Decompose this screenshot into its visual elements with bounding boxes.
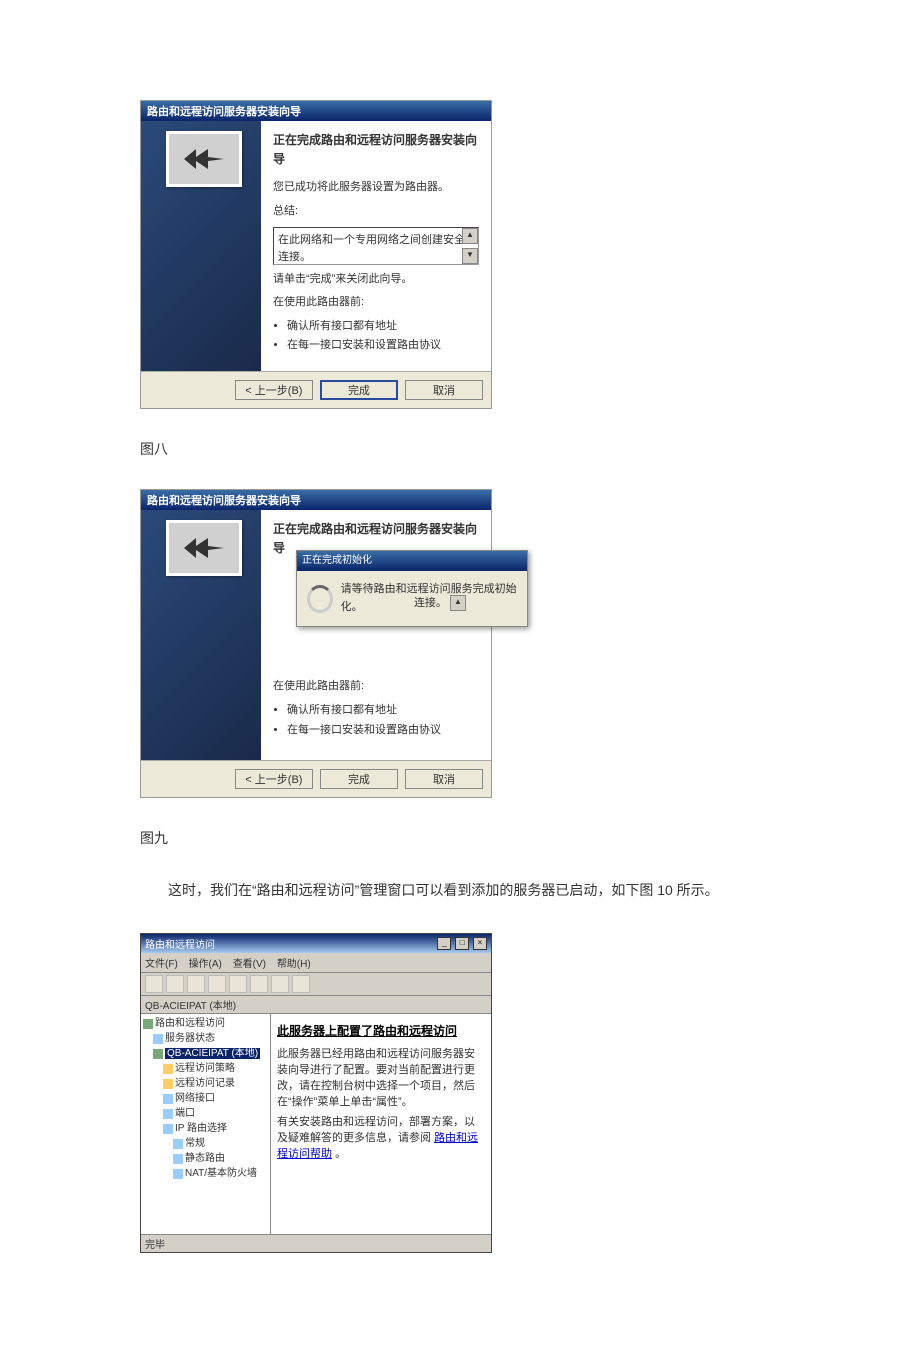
mmc-pathbar: QB-ACIEIPAT (本地)	[141, 996, 491, 1014]
progress-dialog: 正在完成初始化 请等待路由和远程访问服务完成初始化。	[296, 550, 528, 627]
tree-server[interactable]: QB-ACIEIPAT (本地)	[143, 1046, 268, 1061]
wizard2-bullet-2: 在每一接口安装和设置路由协议	[287, 722, 479, 740]
mmc-window: 路由和远程访问 _ □ × 文件(F) 操作(A) 查看(V) 帮助(H) QB…	[140, 933, 492, 1253]
mmc-menu: 文件(F) 操作(A) 查看(V) 帮助(H)	[141, 953, 491, 973]
wizard1-before-use: 在使用此路由器前:	[273, 294, 479, 312]
properties-icon[interactable]	[208, 975, 226, 993]
router-icon	[166, 131, 242, 187]
finish-button[interactable]: 完成	[320, 769, 398, 789]
figure-caption-9: 图九	[140, 828, 780, 848]
window-controls: _ □ ×	[436, 937, 487, 950]
console-icon	[143, 1019, 153, 1029]
right-paragraph-2: 有关安装路由和远程访问，部署方案，以及疑难解答的更多信息，请参阅 路由和远程访问…	[277, 1113, 485, 1161]
tree-root[interactable]: 路由和远程访问	[143, 1016, 268, 1031]
nav-back-icon[interactable]	[145, 975, 163, 993]
delete-icon[interactable]	[229, 975, 247, 993]
wizard-dialog-1: 路由和远程访问服务器安装向导 正在完成路由和远程访问服务器安装向导 您已成功将此…	[140, 100, 492, 409]
mmc-body: 路由和远程访问 服务器状态 QB-ACIEIPAT (本地) 远程访问策略 远程…	[141, 1014, 491, 1234]
wizard1-summary-text: 在此网络和一个专用网络之间创建安全连接。	[278, 234, 465, 264]
wizard1-summary-label: 总结:	[273, 203, 479, 221]
wizard1-footer: < 上一步(B) 完成 取消	[141, 371, 491, 408]
wizard1-bullet-1: 确认所有接口都有地址	[287, 318, 479, 336]
back-button[interactable]: < 上一步(B)	[235, 380, 313, 400]
wizard2-content: 正在完成路由和远程访问服务器安装向导 正在完成初始化 请等待路由和远程访问服务完…	[261, 510, 491, 760]
wizard2-conn-tail: 连接。 ▲	[414, 595, 466, 613]
router-icon	[166, 520, 242, 576]
tree-log[interactable]: 远程访问记录	[143, 1076, 268, 1091]
status-icon	[153, 1034, 163, 1044]
tree-status[interactable]: 服务器状态	[143, 1031, 268, 1046]
scroll-up-icon[interactable]: ▲	[462, 228, 478, 244]
tree-netif[interactable]: 网络接口	[143, 1091, 268, 1106]
mmc-statusbar: 完毕	[141, 1234, 491, 1252]
spinner-icon	[307, 585, 333, 613]
up-icon[interactable]	[187, 975, 205, 993]
ports-icon	[163, 1109, 173, 1119]
folder-icon	[163, 1079, 173, 1089]
mmc-tree[interactable]: 路由和远程访问 服务器状态 QB-ACIEIPAT (本地) 远程访问策略 远程…	[141, 1014, 271, 1234]
folder-icon	[163, 1064, 173, 1074]
wizard1-close-hint: 请单击“完成”来关闭此向导。	[273, 271, 479, 289]
wizard1-bullet-2: 在每一接口安装和设置路由协议	[287, 337, 479, 355]
wizard-dialog-2: 路由和远程访问服务器安装向导 正在完成路由和远程访问服务器安装向导 正在完成初始…	[140, 489, 492, 798]
minimize-button[interactable]: _	[437, 937, 451, 950]
wizard1-content: 正在完成路由和远程访问服务器安装向导 您已成功将此服务器设置为路由器。 总结: …	[261, 121, 491, 371]
mmc-right-pane: 此服务器上配置了路由和远程访问 此服务器已经用路由和远程访问服务器安装向导进行了…	[271, 1014, 491, 1234]
tree-static[interactable]: 静态路由	[143, 1151, 268, 1166]
menu-action[interactable]: 操作(A)	[189, 959, 222, 970]
refresh-icon[interactable]	[250, 975, 268, 993]
menu-view[interactable]: 查看(V)	[233, 959, 266, 970]
export-icon[interactable]	[271, 975, 289, 993]
wizard1-bullets: 确认所有接口都有地址 在每一接口安装和设置路由协议	[273, 318, 479, 355]
maximize-button[interactable]: □	[455, 937, 469, 950]
leaf-icon	[173, 1169, 183, 1179]
right-paragraph-1: 此服务器已经用路由和远程访问服务器安装向导进行了配置。要对当前配置进行更改，请在…	[277, 1045, 485, 1109]
wizard2-titlebar: 路由和远程访问服务器安装向导	[141, 490, 491, 510]
mmc-toolbar	[141, 973, 491, 996]
right-heading: 此服务器上配置了路由和远程访问	[277, 1022, 485, 1039]
wizard1-line1: 您已成功将此服务器设置为路由器。	[273, 179, 479, 197]
wizard2-sidebar	[141, 510, 261, 760]
wizard2-bullet-1: 确认所有接口都有地址	[287, 702, 479, 720]
mmc-titlebar: 路由和远程访问 _ □ ×	[141, 934, 491, 953]
body-paragraph: 这时，我们在“路由和远程访问”管理窗口可以看到添加的服务器已启动，如下图 10 …	[140, 878, 780, 903]
ip-route-icon	[163, 1124, 173, 1134]
wizard1-heading: 正在完成路由和远程访问服务器安装向导	[273, 131, 479, 169]
back-button[interactable]: < 上一步(B)	[235, 769, 313, 789]
scroll-up-icon[interactable]: ▲	[450, 595, 466, 611]
leaf-icon	[173, 1154, 183, 1164]
mmc-title-text: 路由和远程访问	[145, 936, 215, 951]
tree-ports[interactable]: 端口	[143, 1106, 268, 1121]
tree-policy[interactable]: 远程访问策略	[143, 1061, 268, 1076]
wizard2-body: 正在完成路由和远程访问服务器安装向导 正在完成初始化 请等待路由和远程访问服务完…	[141, 510, 491, 760]
wizard2-bullets: 确认所有接口都有地址 在每一接口安装和设置路由协议	[273, 702, 479, 739]
nav-fwd-icon[interactable]	[166, 975, 184, 993]
scroll-down-icon[interactable]: ▼	[462, 248, 478, 264]
menu-help[interactable]: 帮助(H)	[277, 959, 311, 970]
wizard2-footer: < 上一步(B) 完成 取消	[141, 760, 491, 797]
leaf-icon	[173, 1139, 183, 1149]
close-button[interactable]: ×	[473, 937, 487, 950]
cancel-button[interactable]: 取消	[405, 769, 483, 789]
wizard1-titlebar: 路由和远程访问服务器安装向导	[141, 101, 491, 121]
tree-iproute[interactable]: IP 路由选择	[143, 1121, 268, 1136]
server-icon	[153, 1049, 163, 1059]
help-icon[interactable]	[292, 975, 310, 993]
finish-button[interactable]: 完成	[320, 380, 398, 400]
tree-general[interactable]: 常规	[143, 1136, 268, 1151]
wizard1-summary-box: 在此网络和一个专用网络之间创建安全连接。 ▲ ▼	[273, 227, 479, 265]
menu-file[interactable]: 文件(F)	[145, 959, 178, 970]
progress-title: 正在完成初始化	[297, 551, 527, 571]
cancel-button[interactable]: 取消	[405, 380, 483, 400]
figure-caption-8: 图八	[140, 439, 780, 459]
wizard1-sidebar	[141, 121, 261, 371]
wizard2-before-use: 在使用此路由器前:	[273, 678, 479, 696]
wizard1-body: 正在完成路由和远程访问服务器安装向导 您已成功将此服务器设置为路由器。 总结: …	[141, 121, 491, 371]
interface-icon	[163, 1094, 173, 1104]
tree-nat[interactable]: NAT/基本防火墙	[143, 1166, 268, 1181]
